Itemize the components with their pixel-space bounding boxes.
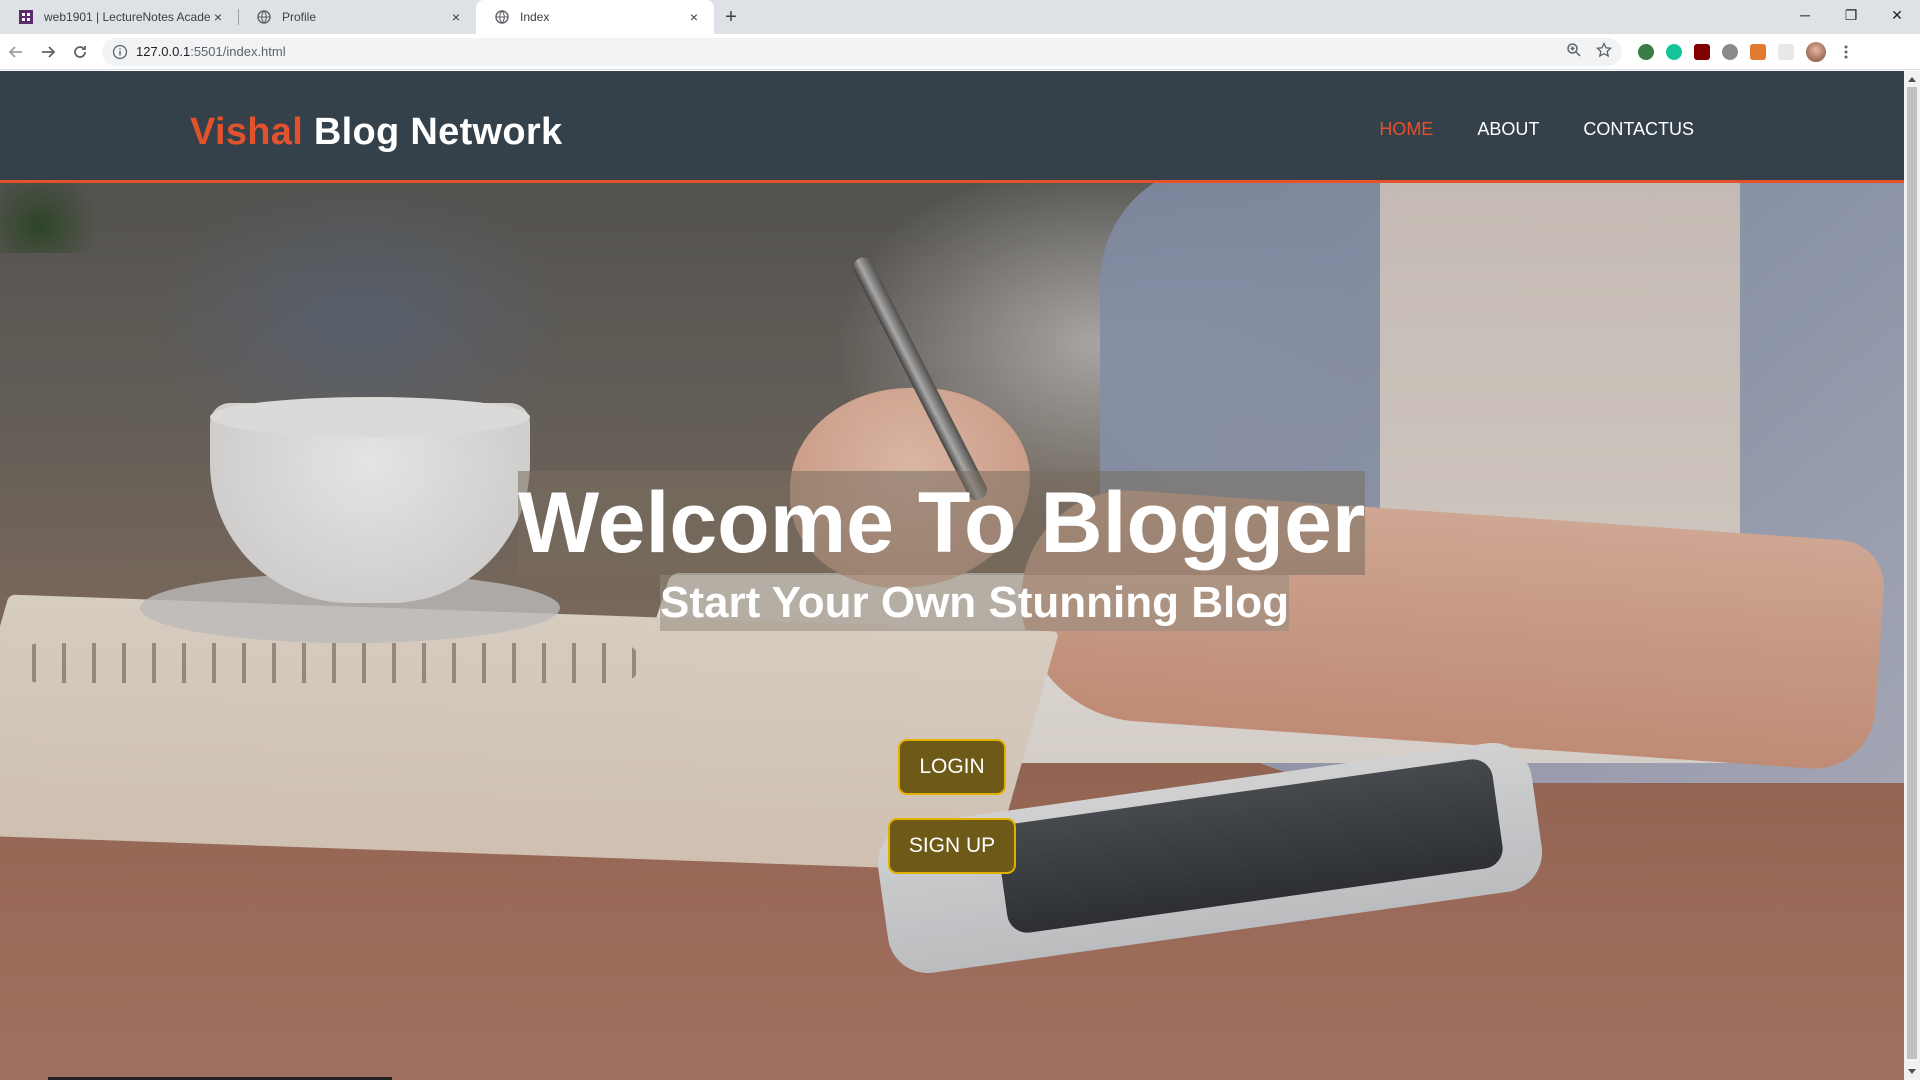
tab-title: web1901 | LectureNotes Academ (44, 10, 210, 24)
zoom-icon[interactable] (1566, 42, 1582, 61)
globe-icon (256, 9, 272, 25)
extensions-bar (1638, 41, 1854, 62)
extension-icon[interactable] (1638, 43, 1654, 60)
tab-title: Profile (282, 10, 317, 24)
extension-icon[interactable] (1750, 43, 1766, 60)
hero-title: Welcome To Blogger (518, 471, 1366, 575)
url-path: :5501/index.html (190, 44, 286, 59)
browser-tab-profile[interactable]: Profile × (238, 0, 476, 34)
main-nav: HOME ABOUT CONTACTUS (1379, 119, 1694, 140)
site-header: Vishal Blog Network HOME ABOUT CONTACTUS (0, 71, 1904, 183)
login-button[interactable]: LOGIN (898, 739, 1006, 795)
globe-icon (494, 9, 510, 25)
address-bar[interactable]: 127.0.0.1:5501/index.html (102, 37, 1622, 66)
info-icon[interactable] (112, 44, 128, 60)
hero-section: Welcome To Blogger Start Your Own Stunni… (0, 183, 1904, 1080)
extension-icon[interactable] (1722, 43, 1738, 60)
reload-icon[interactable] (64, 36, 96, 68)
close-icon[interactable]: × (686, 9, 702, 25)
close-icon[interactable]: × (448, 9, 464, 25)
forward-icon[interactable] (32, 36, 64, 68)
profile-avatar[interactable] (1806, 41, 1826, 62)
hero-subtitle: Start Your Own Stunning Blog (660, 575, 1289, 631)
hero-content: Welcome To Blogger Start Your Own Stunni… (0, 183, 1904, 1080)
page-scrollbar[interactable] (1904, 71, 1920, 1080)
nav-home[interactable]: HOME (1379, 119, 1433, 140)
menu-icon[interactable] (1838, 44, 1854, 60)
ublock-icon[interactable] (1694, 43, 1710, 60)
window-controls: ─ ❐ ✕ (1782, 0, 1920, 30)
url-host: 127.0.0.1 (136, 44, 191, 59)
scrollbar-thumb[interactable] (1907, 87, 1917, 1059)
nav-contactus[interactable]: CONTACTUS (1583, 119, 1694, 140)
tab-title: Index (520, 10, 550, 24)
browser-tab-lecturenotes[interactable]: web1901 | LectureNotes Academ × (0, 0, 238, 34)
brand-accent: Vishal (190, 111, 304, 153)
new-tab-button[interactable]: + (714, 0, 748, 34)
brand-name: Blog Network (303, 111, 563, 153)
restore-icon[interactable]: ❐ (1828, 0, 1874, 30)
grammarly-icon[interactable] (1666, 43, 1682, 60)
extension-icon[interactable] (1778, 43, 1794, 60)
lecturenotes-icon (18, 9, 34, 25)
nav-about[interactable]: ABOUT (1477, 119, 1539, 140)
back-icon[interactable] (0, 36, 32, 68)
scroll-up-icon[interactable] (1908, 77, 1916, 82)
page-viewport: Vishal Blog Network HOME ABOUT CONTACTUS (0, 71, 1904, 1080)
browser-tab-strip: web1901 | LectureNotes Academ × Profile … (0, 0, 1920, 34)
browser-toolbar: 127.0.0.1:5501/index.html (0, 34, 1920, 70)
scroll-down-icon[interactable] (1908, 1069, 1916, 1074)
close-icon[interactable]: × (210, 9, 226, 25)
site-logo[interactable]: Vishal Blog Network (190, 111, 562, 154)
window-close-icon[interactable]: ✕ (1874, 0, 1920, 30)
minimize-icon[interactable]: ─ (1782, 0, 1828, 30)
browser-tab-index[interactable]: Index × (476, 0, 714, 34)
signup-button[interactable]: SIGN UP (888, 818, 1016, 874)
star-icon[interactable] (1595, 41, 1613, 61)
